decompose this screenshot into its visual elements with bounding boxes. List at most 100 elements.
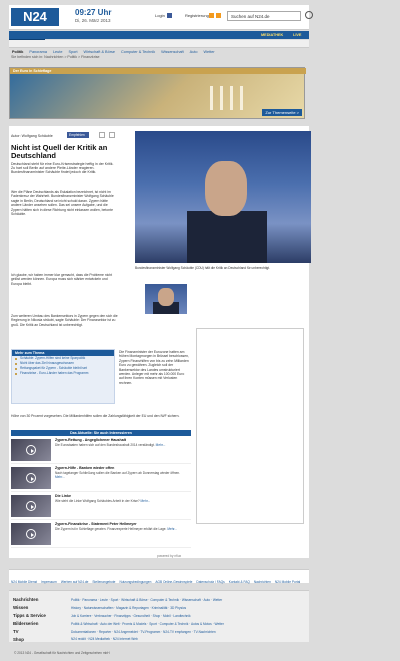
video-desc-text: Die Zypern ist in Schieflage geraten. Fi… bbox=[55, 527, 167, 531]
theme-banner[interactable]: Der Euro in Schieflage Zur Themenseite > bbox=[9, 67, 306, 119]
login-link[interactable]: Login bbox=[155, 13, 172, 19]
footer-links[interactable]: Politik & Wirtschaft · Auto der Welt · P… bbox=[71, 622, 307, 626]
article-paragraph: Ich glaube, wir haben immer klar gemacht… bbox=[11, 273, 113, 286]
article-paragraph: Höhe von 30 Prozent vorgesehen. Die Mill… bbox=[11, 414, 180, 418]
site-footer: Nachrichten Politik · Panorama · Leute ·… bbox=[9, 590, 309, 642]
clock-time: 09:27 Uhr bbox=[75, 8, 112, 17]
photo-suit bbox=[187, 211, 267, 263]
search-input[interactable]: Suchen auf N24.de bbox=[227, 11, 301, 21]
video-thumbnail[interactable] bbox=[11, 495, 51, 517]
n24-logo[interactable]: N24 bbox=[11, 8, 59, 26]
search-icon[interactable] bbox=[305, 11, 313, 19]
theme-label: Der Euro in Schieflage bbox=[10, 68, 306, 74]
footer-category[interactable]: Bilderserien bbox=[13, 621, 38, 626]
service-link[interactable]: Datenschutz / FAQs bbox=[194, 579, 226, 585]
video-item[interactable]: Zypern-Hilfe - Banken wieder offen Nach t… bbox=[11, 464, 191, 492]
main-nav: NACHRICHTENWISSENTIPPS & SERVICEBILDERSE… bbox=[9, 31, 309, 47]
service-link[interactable]: Nutzungsbedingungen bbox=[117, 579, 153, 585]
video-item[interactable]: Zypern-Rettung - Angeglichener Haushalt D… bbox=[11, 436, 191, 464]
breadcrumb[interactable]: Sie befinden sich in: Nachrichten > Poli… bbox=[9, 55, 309, 62]
thumb-face bbox=[158, 288, 174, 306]
video-desc-text: Nach tagelanger Schließung sollen die Ba… bbox=[55, 471, 181, 475]
print-icon[interactable] bbox=[109, 132, 115, 138]
related-link[interactable]: Finanzkrise - Euro-Länder haben das Prog… bbox=[12, 371, 114, 376]
service-link[interactable]: Nachrichten bbox=[252, 579, 273, 585]
article-title: Nicht ist Quell der Kritik an Deutschlan… bbox=[11, 143, 108, 160]
video-more-link[interactable]: Mehr... bbox=[167, 527, 177, 531]
video-desc: Die Eurostaaten haben sich auf den Bunde… bbox=[55, 443, 189, 447]
play-icon[interactable] bbox=[26, 501, 36, 511]
clock: 09:27 Uhr bbox=[75, 8, 111, 17]
register-link[interactable]: Registrierung bbox=[185, 13, 209, 18]
service-links: N24 Mobile Dienst Impressum Werben auf N24… bbox=[9, 569, 309, 602]
video-more-link[interactable]: Mehr... bbox=[156, 443, 166, 447]
footer-links[interactable]: Job & Karriere · Verbraucher · Finanztip… bbox=[71, 614, 307, 618]
footer-links[interactable]: Dokumentationen · Reporter · N24 Angemel… bbox=[71, 630, 307, 634]
video-desc-text: Wie sieht die Linke Wolfgang Schäubles A… bbox=[55, 499, 140, 503]
nav-live[interactable]: LIVE bbox=[289, 31, 305, 39]
facebook-icon bbox=[166, 13, 172, 19]
service-link[interactable]: Werben auf N24.de bbox=[59, 579, 91, 585]
page: N24 09:27 Uhr Di, 26. März 2013 Login Re… bbox=[0, 0, 400, 661]
video-thumbnail[interactable] bbox=[11, 439, 51, 461]
footer-category[interactable]: Nachrichten bbox=[13, 597, 38, 602]
video-item[interactable]: Die Linke Wie sieht die Linke Wolfgang Sc… bbox=[11, 492, 191, 520]
footer-links[interactable]: History · Naturwissenschaften · Magazin … bbox=[71, 606, 307, 610]
share-icon[interactable] bbox=[216, 13, 221, 18]
video-more-link[interactable]: Mehr... bbox=[141, 499, 151, 503]
footer-links[interactable]: Politik · Panorama · Leute · Sport · Wir… bbox=[71, 598, 307, 602]
video-title[interactable]: Zypern-Rettung - Angeglichener Haushalt bbox=[55, 438, 126, 442]
play-icon[interactable] bbox=[26, 473, 36, 483]
video-item[interactable]: Zypern-Finanzkrise - Statement Peter Hel… bbox=[11, 520, 191, 548]
related-box: Mehr zum Thema Schäuble: Zypern-Hilfen s… bbox=[11, 349, 115, 404]
video-title[interactable]: Zypern-Finanzkrise - Statement Peter Hel… bbox=[55, 522, 137, 526]
service-link[interactable]: N24 Mobile Portal bbox=[273, 579, 302, 585]
article-paragraph: Wer die Pläne Deutschlands als Eskalatio… bbox=[11, 190, 114, 217]
login-label: Login bbox=[155, 13, 165, 18]
column-decor bbox=[230, 86, 233, 110]
footer-category[interactable]: Wissen bbox=[13, 605, 28, 610]
powered-by: powered by nflux bbox=[157, 554, 182, 558]
service-link[interactable]: Kontakt & FAQ bbox=[227, 579, 252, 585]
copyright: © 2013 N24 - Gesellschaft für Nachrichte… bbox=[14, 651, 110, 655]
site-header: N24 09:27 Uhr Di, 26. März 2013 Login Re… bbox=[9, 5, 313, 30]
service-link[interactable]: Stellenangebote bbox=[90, 579, 117, 585]
ad-slot bbox=[196, 328, 304, 524]
video-desc: Nach tagelanger Schließung sollen die Ba… bbox=[55, 471, 189, 479]
service-link[interactable]: Impressum bbox=[39, 579, 59, 585]
theme-more-button[interactable]: Zur Themenseite > bbox=[262, 109, 302, 116]
photo-thumbnail[interactable] bbox=[145, 284, 187, 314]
column-decor bbox=[240, 86, 243, 110]
clock-date: Di, 26. März 2013 bbox=[75, 18, 111, 23]
video-desc-text: Die Eurostaaten haben sich auf den Bunde… bbox=[55, 443, 155, 447]
sub-nav: Politik Panorama Leute Sport Wirtschaft & Bö… bbox=[9, 40, 309, 54]
footer-links[interactable]: N24 reddit · N24 Mediathek · N24 Interne… bbox=[71, 637, 307, 641]
video-desc: Die Zypern ist in Schieflage geraten. Fi… bbox=[55, 527, 189, 531]
twitter-icon[interactable] bbox=[99, 132, 105, 138]
video-title[interactable]: Die Linke bbox=[55, 494, 71, 498]
nav-mediathek[interactable]: MEDIATHEK bbox=[257, 31, 287, 39]
footer-category[interactable]: TV bbox=[13, 629, 19, 634]
service-link[interactable]: AGB Online-Gewinnspiele bbox=[153, 579, 194, 585]
rss-icon[interactable] bbox=[209, 13, 214, 18]
service-link[interactable]: N24 Mobile Dienst bbox=[9, 579, 39, 585]
video-more-link[interactable]: Mehr... bbox=[55, 475, 65, 479]
article-photo bbox=[135, 131, 311, 263]
video-thumbnail[interactable] bbox=[11, 523, 51, 545]
play-icon[interactable] bbox=[26, 529, 36, 539]
column-decor bbox=[210, 86, 213, 110]
footer-category[interactable]: Tipps & Service bbox=[13, 613, 46, 618]
video-list: Das Aktuelle: Sie auch Interessieren Zyp… bbox=[11, 430, 191, 556]
video-thumbnail[interactable] bbox=[11, 467, 51, 489]
article-paragraph: Die Finanzminister der Eurozone hatten a… bbox=[119, 350, 189, 385]
video-title[interactable]: Zypern-Hilfe - Banken wieder offen bbox=[55, 466, 114, 470]
facebook-share-button[interactable]: Empfehlen bbox=[67, 132, 89, 138]
video-desc: Wie sieht die Linke Wolfgang Schäubles A… bbox=[55, 499, 189, 503]
article-author: Autor: Wolfgang Schäuble bbox=[11, 134, 53, 138]
photo-face bbox=[205, 161, 247, 216]
photo-caption: Bundesfinanzminister Wolfgang Schäuble (… bbox=[135, 266, 270, 270]
footer-category[interactable]: Shop bbox=[13, 637, 24, 642]
article-lead: Deutschland steht für eine Euro-Krisenst… bbox=[11, 162, 114, 175]
play-icon[interactable] bbox=[26, 445, 36, 455]
column-decor bbox=[220, 86, 223, 110]
